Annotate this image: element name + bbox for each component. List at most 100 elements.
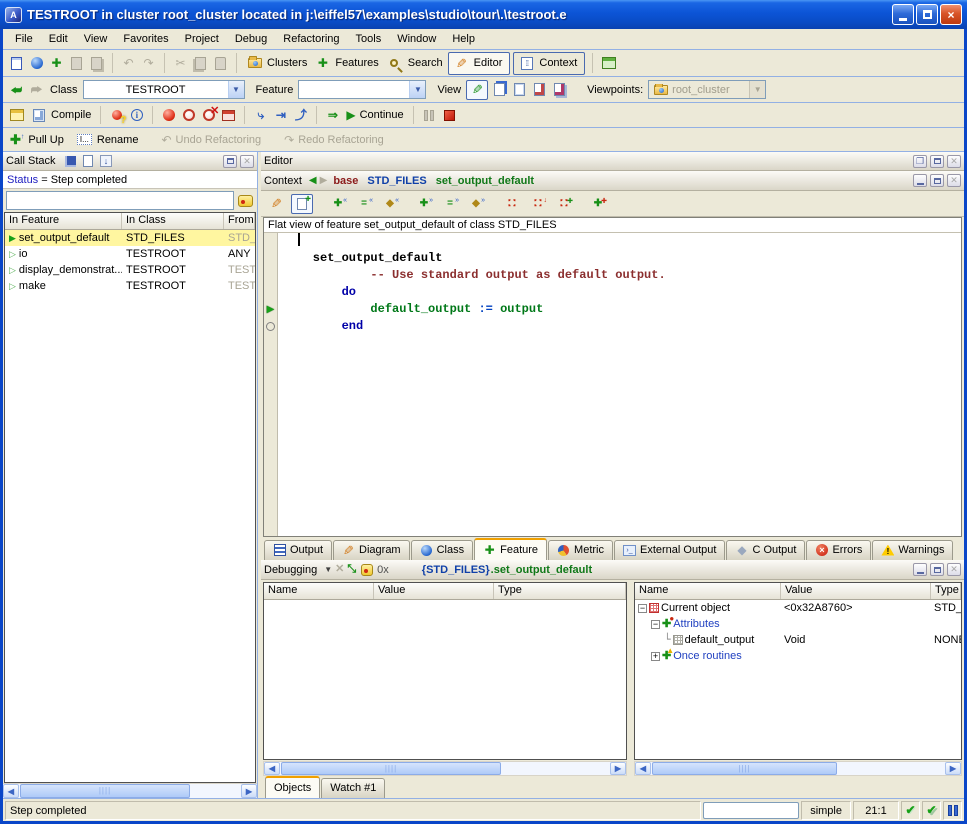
- context-close-icon[interactable]: ✕: [947, 174, 961, 187]
- execution-arrow-icon[interactable]: ▶: [264, 301, 277, 318]
- menu-debug[interactable]: Debug: [227, 29, 275, 49]
- call-stack-filter-input[interactable]: [6, 191, 234, 210]
- pull-up-button[interactable]: ✚↑ Pull Up: [8, 132, 66, 148]
- context-maximize-icon[interactable]: [930, 174, 944, 187]
- search-button[interactable]: Search: [384, 55, 445, 72]
- context-back-icon[interactable]: ◀: [309, 175, 317, 186]
- step-over-icon[interactable]: ⇥: [272, 107, 289, 124]
- watch-hscrollbar[interactable]: ◀ ▶: [263, 761, 627, 776]
- undo-icon[interactable]: ↶: [120, 55, 137, 72]
- call-stack-row[interactable]: ▷ioTESTROOTANY: [5, 246, 255, 262]
- menu-edit[interactable]: Edit: [41, 29, 76, 49]
- tab-metric[interactable]: Metric: [548, 540, 613, 560]
- column-in-class[interactable]: In Class: [122, 213, 224, 229]
- tab-c-output[interactable]: ◆C Output: [726, 540, 805, 560]
- scroll-thumb[interactable]: [652, 762, 837, 775]
- remove-breakpoints-icon[interactable]: ✕: [200, 107, 217, 124]
- info-icon[interactable]: i: [128, 107, 145, 124]
- debugging-menu-arrow-icon[interactable]: ▼: [324, 565, 332, 574]
- objects-hscrollbar[interactable]: ◀ ▶: [634, 761, 962, 776]
- editor-maximize-icon[interactable]: [930, 155, 944, 168]
- clickable-view-icon[interactable]: [491, 81, 508, 98]
- open-icon[interactable]: [28, 55, 45, 72]
- feature-combo-arrow-icon[interactable]: ▼: [409, 81, 425, 98]
- watch-column-value[interactable]: Value: [374, 583, 494, 599]
- editor-toggle-button[interactable]: ✎ Editor: [448, 52, 511, 75]
- clusters-button[interactable]: Clusters: [244, 55, 309, 72]
- creators-icon[interactable]: ◆«: [379, 194, 401, 214]
- debugging-close-icon[interactable]: ✕: [947, 563, 961, 576]
- class-combo[interactable]: TESTROOT ▼: [83, 80, 245, 99]
- objects-tree-row[interactable]: −Current object<0x32A8760>STD_FILES: [635, 600, 961, 616]
- contract-view-icon[interactable]: [531, 81, 548, 98]
- callees-icon[interactable]: ✚»: [413, 194, 435, 214]
- context-toggle-button[interactable]: ⁞⁞ Context: [513, 52, 585, 75]
- collapse-icon[interactable]: −: [638, 604, 647, 613]
- scroll-thumb[interactable]: [20, 784, 190, 798]
- save-call-stack-icon[interactable]: [63, 153, 78, 170]
- copy-call-stack-icon[interactable]: [81, 153, 96, 170]
- breadcrumb-class[interactable]: STD_FILES: [364, 175, 429, 187]
- watch-column-type[interactable]: Type: [494, 583, 626, 599]
- code-area[interactable]: ▶ set_output_default -- Use standard out…: [264, 233, 961, 536]
- debugging-close-tool-icon[interactable]: ✕: [335, 564, 344, 575]
- tab-external-output[interactable]: ›_External Output: [614, 540, 725, 560]
- feature-combo[interactable]: ▼: [298, 80, 426, 99]
- callers-icon[interactable]: ✚«: [327, 194, 349, 214]
- objects-tree-row[interactable]: +✚▲Once routines: [635, 648, 961, 664]
- save-icon[interactable]: [68, 55, 85, 72]
- back-icon[interactable]: ⮨: [8, 81, 25, 98]
- stop-icon[interactable]: [441, 107, 458, 124]
- tab-feature[interactable]: ✚Feature: [474, 538, 547, 560]
- menu-favorites[interactable]: Favorites: [115, 29, 176, 49]
- column-from[interactable]: From: [224, 213, 255, 229]
- call-stack-hscrollbar[interactable]: ◀ ▶: [3, 783, 257, 798]
- pause-icon[interactable]: [421, 107, 438, 124]
- scroll-left-icon[interactable]: ◀: [264, 762, 280, 775]
- minimize-button[interactable]: [892, 4, 914, 25]
- scroll-left-icon[interactable]: ◀: [3, 784, 19, 798]
- tab-watch-1[interactable]: Watch #1: [321, 778, 385, 798]
- tab-output[interactable]: Output: [264, 540, 332, 560]
- debugging-minimize-icon[interactable]: [913, 563, 927, 576]
- scroll-left-icon[interactable]: ◀: [635, 762, 651, 775]
- project-settings-icon[interactable]: [8, 107, 25, 124]
- menu-project[interactable]: Project: [177, 29, 227, 49]
- copy-icon[interactable]: [192, 55, 209, 72]
- class-combo-arrow-icon[interactable]: ▼: [228, 81, 244, 98]
- editor-close-icon[interactable]: ✕: [947, 155, 961, 168]
- melt-icon[interactable]: ?: [108, 107, 125, 124]
- scroll-right-icon[interactable]: ▶: [241, 784, 257, 798]
- objects-tree-row[interactable]: └default_outputVoidNONE: [635, 632, 961, 648]
- maximize-button[interactable]: [916, 4, 938, 25]
- tab-warnings[interactable]: !Warnings: [872, 540, 953, 560]
- ancestors-icon[interactable]: ⛚: [501, 194, 523, 214]
- call-stack-row[interactable]: ▷display_demonstrat...TESTROOTTEST: [5, 262, 255, 278]
- menu-tools[interactable]: Tools: [348, 29, 390, 49]
- breadcrumb-cluster[interactable]: base: [330, 175, 361, 187]
- step-into-icon[interactable]: ⤷: [252, 107, 269, 124]
- call-stack-maximize-icon[interactable]: [223, 155, 237, 168]
- column-in-feature[interactable]: In Feature: [5, 213, 122, 229]
- notes-bubble-icon[interactable]: [359, 561, 374, 578]
- scroll-right-icon[interactable]: ▶: [610, 762, 626, 775]
- descendants-icon[interactable]: ⛚↓: [527, 194, 549, 214]
- menu-window[interactable]: Window: [389, 29, 444, 49]
- call-stack-close-icon[interactable]: ✕: [240, 155, 254, 168]
- code-text[interactable]: set_output_default -- Use standard outpu…: [278, 233, 961, 536]
- flat-view-icon[interactable]: [511, 81, 528, 98]
- tab-objects[interactable]: Objects: [265, 776, 320, 798]
- run-icon[interactable]: ⇒: [324, 107, 341, 124]
- redo-icon[interactable]: ↷: [140, 55, 157, 72]
- rename-button[interactable]: I... Rename: [75, 134, 141, 146]
- scroll-right-icon[interactable]: ▶: [945, 762, 961, 775]
- exception-jump-icon[interactable]: ⤡: [347, 564, 356, 575]
- breadcrumb-feature[interactable]: set_output_default: [433, 175, 537, 187]
- exception-handling-icon[interactable]: [237, 192, 254, 209]
- compile-button[interactable]: Compile: [28, 107, 93, 124]
- new-window-icon[interactable]: [8, 55, 25, 72]
- tab-errors[interactable]: ×Errors: [806, 540, 871, 560]
- objects-column-type[interactable]: Type: [931, 583, 961, 599]
- cut-icon[interactable]: ✂: [172, 55, 189, 72]
- menu-help[interactable]: Help: [444, 29, 483, 49]
